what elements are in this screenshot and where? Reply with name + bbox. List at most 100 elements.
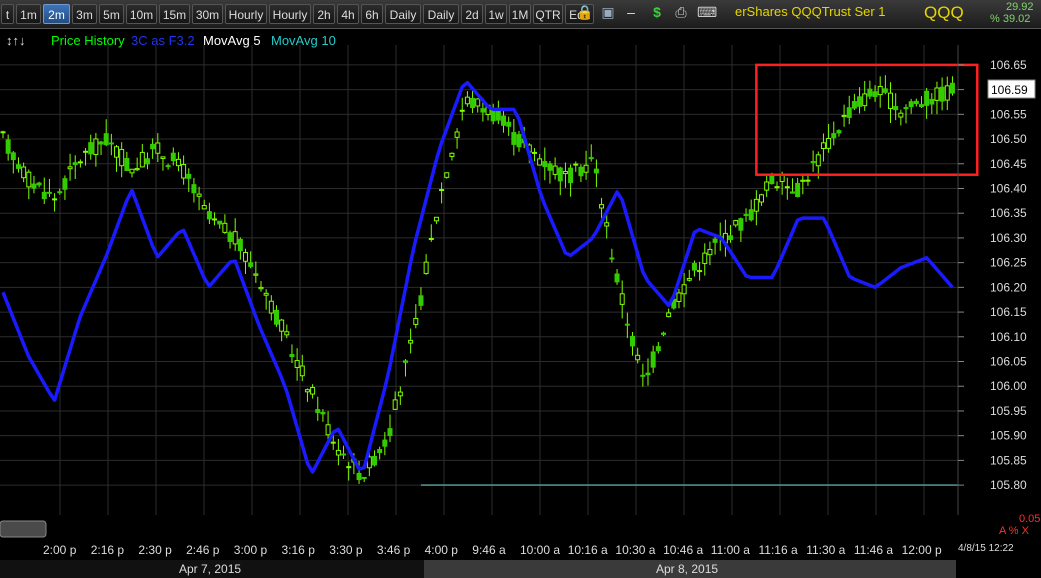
- x-tick-label: 11:16 a: [758, 543, 798, 557]
- candle: [387, 414, 393, 443]
- candle: [857, 87, 863, 114]
- candle: [0, 130, 6, 139]
- tab-1m-1[interactable]: 1m: [16, 4, 41, 24]
- candle: [83, 148, 89, 166]
- price-axis: 106.65106.60106.55106.50106.45106.40106.…: [957, 45, 1027, 515]
- x-tick-label: 2:00 p: [43, 543, 77, 557]
- x-tick-label: 3:30 p: [329, 543, 363, 557]
- candle: [402, 359, 408, 377]
- candle: [191, 178, 197, 203]
- minus-icon[interactable]: –: [622, 3, 640, 21]
- y-tick-label: 106.15: [990, 305, 1027, 319]
- tab-t-0[interactable]: t: [1, 4, 14, 24]
- candle: [836, 129, 842, 137]
- security-name: erShares QQQTrust Ser 1: [735, 4, 886, 19]
- candle: [134, 157, 140, 172]
- y-tick-label: 106.20: [990, 280, 1027, 294]
- tab-3m-3[interactable]: 3m: [72, 4, 97, 24]
- print-icon[interactable]: ⎙: [672, 3, 690, 21]
- tab-10m-5[interactable]: 10m: [126, 4, 157, 24]
- candle: [459, 97, 465, 121]
- candle: [294, 348, 300, 381]
- candle: [882, 75, 888, 95]
- tab-2d-15[interactable]: 2d: [461, 4, 483, 24]
- y-tick-label: 105.80: [990, 478, 1027, 492]
- candle: [913, 98, 919, 107]
- keyboard-icon[interactable]: ⌨: [697, 3, 717, 21]
- tab-30m-7[interactable]: 30m: [192, 4, 223, 24]
- candle: [501, 110, 507, 133]
- tab-hourly-9[interactable]: Hourly: [269, 4, 311, 24]
- date-label-apr7: Apr 7, 2015: [179, 562, 242, 576]
- candle: [15, 157, 21, 173]
- tab-qtr-18[interactable]: QTR: [533, 4, 563, 24]
- tab-1w-16[interactable]: 1w: [485, 4, 507, 24]
- chart-grid: [0, 45, 958, 515]
- price-chart[interactable]: 106.65106.60106.55106.50106.45106.40106.…: [0, 28, 1041, 540]
- candle: [413, 304, 419, 329]
- candle: [237, 237, 243, 260]
- x-tick-label: 2:16 p: [90, 543, 125, 557]
- candlesticks: [0, 75, 955, 484]
- candle: [795, 177, 801, 198]
- candle: [686, 269, 692, 282]
- candle: [893, 93, 899, 121]
- candle: [681, 273, 687, 308]
- candle: [908, 98, 914, 114]
- top-value-2: % 39.02: [990, 13, 1031, 25]
- candle: [929, 93, 935, 115]
- tab-hourly-8[interactable]: Hourly: [225, 4, 267, 24]
- tab-daily-13[interactable]: Daily: [385, 4, 421, 24]
- candle: [810, 150, 816, 172]
- candle: [820, 133, 826, 162]
- scale-value: 0.05: [1019, 513, 1040, 525]
- x-tick-label: 9:46 a: [472, 543, 506, 557]
- candle: [62, 175, 68, 200]
- lock-icon[interactable]: 🔒: [576, 3, 594, 21]
- candle: [614, 268, 620, 285]
- tab-5m-4[interactable]: 5m: [99, 4, 124, 24]
- scroll-handle[interactable]: [0, 520, 47, 538]
- tab-daily-14[interactable]: Daily: [423, 4, 459, 24]
- candle: [573, 161, 579, 172]
- x-tick-label: 3:16 p: [281, 543, 315, 557]
- candle: [846, 95, 852, 125]
- candle: [764, 174, 770, 198]
- tab-4h-11[interactable]: 4h: [337, 4, 359, 24]
- candle: [46, 178, 52, 198]
- candle: [826, 124, 832, 153]
- candle: [98, 140, 104, 156]
- candle: [124, 151, 130, 172]
- candle: [624, 312, 630, 339]
- candle: [397, 386, 403, 406]
- candle: [408, 328, 414, 354]
- candle: [201, 199, 207, 210]
- tab-2h-10[interactable]: 2h: [313, 4, 335, 24]
- candle: [119, 142, 125, 178]
- tab-2m-2[interactable]: 2m: [43, 4, 70, 24]
- candle: [41, 177, 47, 204]
- last-price-tag: 106.59: [987, 79, 1036, 99]
- y-tick-label: 106.25: [990, 256, 1027, 270]
- candle: [139, 143, 145, 168]
- candle: [495, 100, 501, 125]
- candle: [31, 175, 37, 194]
- candle: [676, 288, 682, 309]
- candle: [88, 134, 94, 160]
- candle: [774, 181, 780, 191]
- tab-6h-12[interactable]: 6h: [361, 4, 383, 24]
- tab-15m-6[interactable]: 15m: [159, 4, 190, 24]
- candle: [888, 82, 894, 124]
- candle: [640, 363, 646, 387]
- candle: [619, 280, 625, 319]
- candle: [243, 248, 249, 274]
- candle: [93, 132, 99, 167]
- tab-1m-17[interactable]: 1M: [509, 4, 531, 24]
- save-icon[interactable]: ▣: [599, 3, 617, 21]
- dollar-icon[interactable]: $: [648, 3, 666, 21]
- y-tick-label: 106.30: [990, 231, 1027, 245]
- y-tick-label: 106.50: [990, 132, 1027, 146]
- candle: [464, 91, 470, 107]
- candle: [753, 190, 759, 226]
- candle: [377, 446, 383, 460]
